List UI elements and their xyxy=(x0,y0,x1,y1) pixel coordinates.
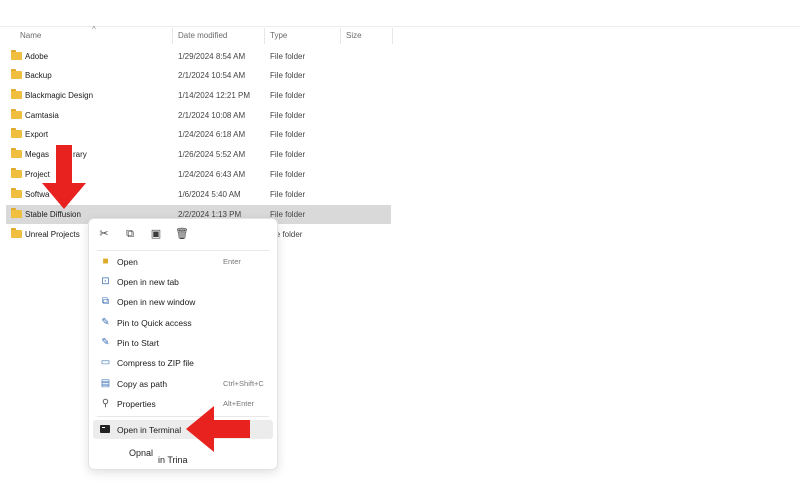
ghost-text: Opnal xyxy=(129,448,154,458)
file-row[interactable]: Adobe 1/29/2024 8:54 AM File folder xyxy=(6,47,391,66)
column-separator[interactable] xyxy=(340,28,341,44)
file-name: Backup xyxy=(25,71,52,80)
menu-item-label: Compress to ZIP file xyxy=(117,358,194,368)
folder-icon xyxy=(11,69,22,79)
file-row[interactable]: Camtasia 2/1/2024 10:08 AM File folder xyxy=(6,106,391,125)
menu-item-open[interactable]: ■ Open Enter xyxy=(93,252,273,271)
file-date: 1/6/2024 5:40 AM xyxy=(178,190,241,199)
file-name: Export xyxy=(25,130,49,139)
file-type: File folder xyxy=(270,52,306,61)
column-type[interactable]: Type xyxy=(270,31,287,40)
properties-icon: ⚲ xyxy=(101,398,110,409)
file-type: File folder xyxy=(270,170,306,179)
toolbar-divider xyxy=(0,26,800,27)
file-type: le folder xyxy=(274,230,303,239)
menu-item-open-new-tab[interactable]: ⊡ Open in new tab xyxy=(93,272,273,291)
menu-item-pin-start[interactable]: ✎ Pin to Start xyxy=(93,333,273,352)
menu-item-label: Copy as path xyxy=(117,379,168,389)
file-date: 2/1/2024 10:54 AM xyxy=(178,71,246,80)
file-name: Unreal Projects xyxy=(25,230,80,239)
folder-open-icon: ■ xyxy=(102,256,109,267)
folder-icon xyxy=(11,168,22,178)
file-type: File folder xyxy=(270,150,306,159)
menu-item-open-new-window[interactable]: ⧉ Open in new window xyxy=(93,292,273,311)
file-date: 1/29/2024 8:54 AM xyxy=(178,52,246,61)
menu-item-label: Open in new window xyxy=(117,297,196,307)
file-name: Stable Diffusion xyxy=(25,210,81,219)
file-row[interactable]: Blackmagic Design 1/14/2024 12:21 PM Fil… xyxy=(6,86,391,105)
file-row[interactable]: Export 1/24/2024 6:18 AM File folder xyxy=(6,125,391,144)
file-type: File folder xyxy=(270,130,306,139)
menu-item-label: Properties xyxy=(117,399,156,409)
folder-icon xyxy=(11,188,22,198)
terminal-icon xyxy=(100,424,111,435)
zip-icon: ▭ xyxy=(100,357,111,368)
file-date: 1/24/2024 6:18 AM xyxy=(178,130,246,139)
folder-icon xyxy=(11,109,22,119)
file-date: 1/24/2024 6:43 AM xyxy=(178,170,246,179)
folder-icon xyxy=(11,128,22,138)
copy-path-icon: ▤ xyxy=(100,378,111,389)
menu-item-copy-as-path[interactable]: ▤ Copy as path Ctrl+Shift+C xyxy=(93,374,273,393)
column-size[interactable]: Size xyxy=(346,31,362,40)
file-type: File folder xyxy=(270,91,306,100)
menu-divider xyxy=(97,250,269,251)
menu-item-label: Pin to Quick access xyxy=(117,318,192,328)
folder-icon xyxy=(11,208,22,218)
folder-icon xyxy=(11,50,22,60)
folder-icon xyxy=(11,228,22,238)
folder-icon xyxy=(11,89,22,99)
cut-icon[interactable]: ✂ xyxy=(97,227,111,241)
new-tab-icon: ⊡ xyxy=(101,276,110,287)
quick-actions-bar: ✂ ⧉ ▣ 🗑 xyxy=(89,219,277,249)
file-name: Camtasia xyxy=(25,111,59,120)
delete-icon[interactable]: 🗑 xyxy=(175,227,189,241)
folder-icon xyxy=(11,148,22,158)
menu-item-label: Open xyxy=(117,257,138,267)
menu-item-label: Open in new tab xyxy=(117,277,179,287)
file-type: File folder xyxy=(270,210,306,219)
menu-item-label: Open in Terminal xyxy=(117,425,182,435)
file-date: 1/26/2024 5:52 AM xyxy=(178,150,246,159)
red-arrow-left-icon xyxy=(186,406,250,452)
menu-item-shortcut: Ctrl+Shift+C xyxy=(223,379,264,388)
new-window-icon: ⧉ xyxy=(101,296,110,307)
menu-item-compress-zip[interactable]: ▭ Compress to ZIP file xyxy=(93,353,273,372)
column-separator[interactable] xyxy=(172,28,173,44)
file-type: File folder xyxy=(270,71,306,80)
column-separator[interactable] xyxy=(264,28,265,44)
file-type: File folder xyxy=(270,190,306,199)
menu-item-shortcut: Enter xyxy=(223,257,241,266)
file-date: 1/14/2024 12:21 PM xyxy=(178,91,251,100)
file-name: Blackmagic Design xyxy=(25,91,94,100)
column-separator[interactable] xyxy=(392,28,393,44)
column-header: ^ Name Date modified Type Size xyxy=(0,25,400,44)
column-date-modified[interactable]: Date modified xyxy=(178,31,227,40)
ghost-text: in Trina xyxy=(158,455,188,465)
menu-item-label: Pin to Start xyxy=(117,338,160,348)
pin-icon: ✎ xyxy=(101,317,110,328)
file-name: Adobe xyxy=(25,52,49,61)
menu-item-pin-quick-access[interactable]: ✎ Pin to Quick access xyxy=(93,313,273,332)
file-type: File folder xyxy=(270,111,306,120)
red-arrow-down-icon xyxy=(42,145,86,209)
pin-icon: ✎ xyxy=(101,337,110,348)
file-date: 2/1/2024 10:08 AM xyxy=(178,111,246,120)
file-row[interactable]: Backup 2/1/2024 10:54 AM File folder xyxy=(6,66,391,85)
sort-indicator-icon: ^ xyxy=(92,25,96,34)
rename-icon[interactable]: ▣ xyxy=(149,227,163,241)
column-name[interactable]: Name xyxy=(20,31,41,40)
copy-icon[interactable]: ⧉ xyxy=(123,227,137,241)
